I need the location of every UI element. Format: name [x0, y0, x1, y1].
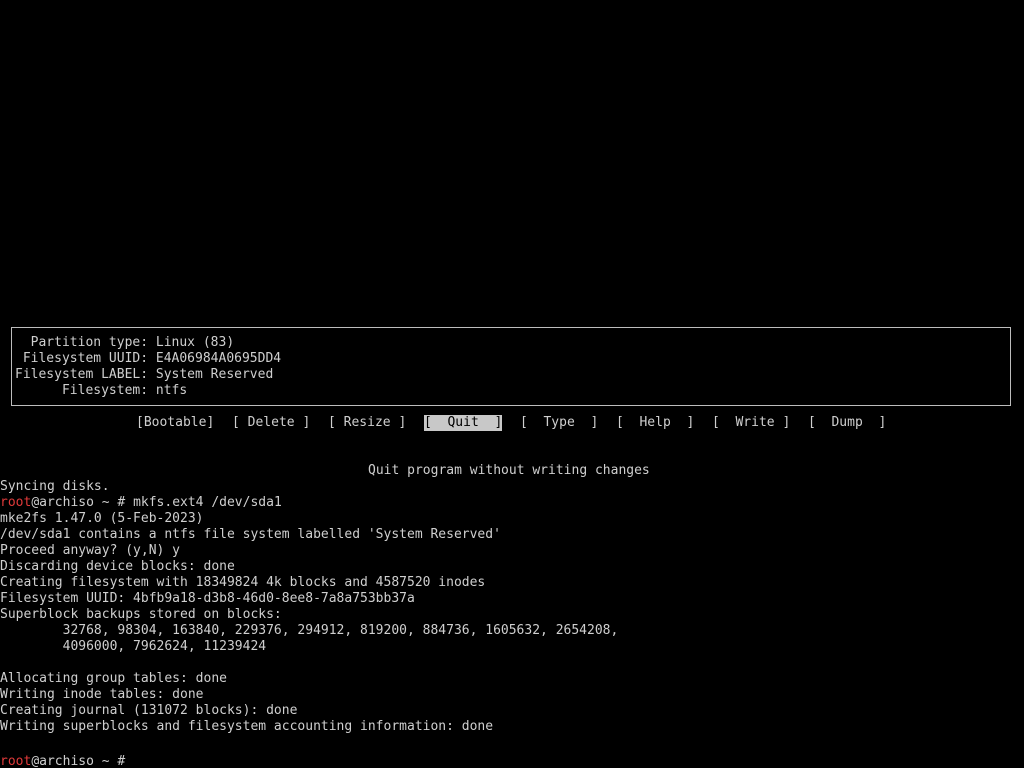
terminal-line: Writing superblocks and filesystem accou…: [0, 719, 494, 734]
prompt-host: @archiso ~ #: [31, 754, 134, 768]
menu-bootable-button[interactable]: [Bootable]: [136, 415, 214, 431]
terminal-line: /dev/sda1 contains a ntfs file system la…: [0, 527, 501, 542]
terminal-line: Filesystem UUID: 4bfb9a18-d3b8-46d0-8ee8…: [0, 591, 415, 606]
info-filesystem-label: Filesystem LABEL: System Reserved: [15, 367, 274, 382]
cursor: [133, 751, 141, 765]
menu-dump-button[interactable]: [ Dump ]: [808, 415, 886, 431]
prompt-user: root: [0, 754, 32, 768]
prompt-user: root: [0, 495, 32, 510]
info-filesystem-type: Filesystem: ntfs: [15, 383, 188, 398]
menu-status-text: Quit program without writing changes: [368, 463, 650, 478]
menu-type-button[interactable]: [ Type ]: [520, 415, 598, 431]
terminal-line: Proceed anyway? (y,N) y: [0, 543, 181, 558]
terminal-line: Allocating group tables: done: [0, 671, 227, 686]
terminal-line: mke2fs 1.47.0 (5-Feb-2023): [0, 511, 204, 526]
menu-quit-button[interactable]: [ Quit ]: [424, 415, 503, 431]
terminal-prompt-line: root@archiso ~ # mkfs.ext4 /dev/sda1: [0, 495, 282, 511]
menu-write-button[interactable]: [ Write ]: [712, 415, 790, 431]
cfdisk-menu-bar: [Bootable] [ Delete ] [ Resize ] [ Quit …: [0, 415, 1024, 431]
info-partition-type: Partition type: Linux (83): [15, 335, 235, 350]
info-filesystem-uuid: Filesystem UUID: E4A06984A0695DD4: [15, 351, 282, 366]
terminal-line: 32768, 98304, 163840, 229376, 294912, 81…: [0, 623, 619, 638]
terminal-screen[interactable]: Partition type: Linux (83) Filesystem UU…: [0, 0, 1024, 768]
terminal-line: 4096000, 7962624, 11239424: [0, 639, 267, 654]
terminal-line: Syncing disks.: [0, 479, 110, 494]
terminal-line: Writing inode tables: done: [0, 687, 204, 702]
terminal-line: Discarding device blocks: done: [0, 559, 235, 574]
terminal-line: Creating filesystem with 18349824 4k blo…: [0, 575, 486, 590]
terminal-current-prompt[interactable]: root@archiso ~ #: [0, 751, 141, 768]
prompt-host: @archiso ~ #: [31, 495, 134, 510]
terminal-line: Creating journal (131072 blocks): done: [0, 703, 298, 718]
terminal-command: mkfs.ext4 /dev/sda1: [133, 495, 282, 510]
terminal-line: Superblock backups stored on blocks:: [0, 607, 282, 622]
menu-delete-button[interactable]: [ Delete ]: [232, 415, 310, 431]
menu-resize-button[interactable]: [ Resize ]: [328, 415, 406, 431]
menu-help-button[interactable]: [ Help ]: [616, 415, 694, 431]
